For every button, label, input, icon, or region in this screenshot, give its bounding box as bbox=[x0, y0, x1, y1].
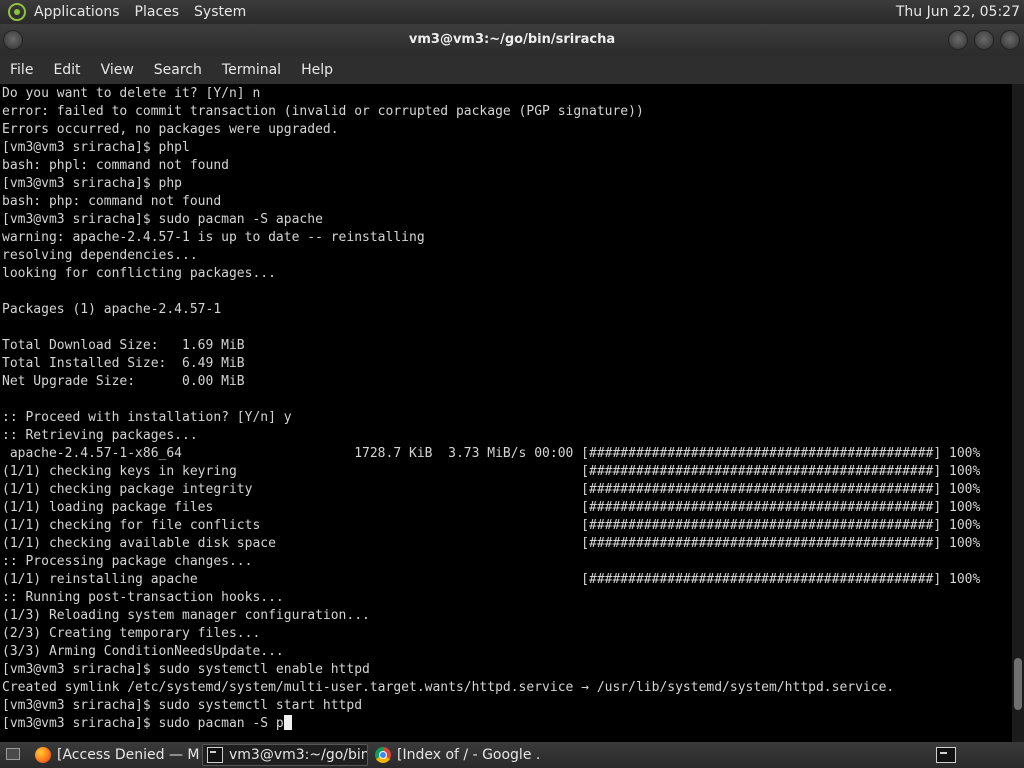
terminal-prompt-text: [vm3@vm3 sriracha]$ sudo pacman -S p bbox=[2, 716, 284, 731]
window-title: vm3@vm3:~/go/bin/sriracha bbox=[408, 32, 616, 47]
text-cursor bbox=[283, 715, 292, 730]
terminal-line: [vm3@vm3 sriracha]$ php bbox=[2, 176, 183, 191]
terminal-line: Errors occurred, no packages were upgrad… bbox=[2, 122, 339, 137]
terminal-prompt-line[interactable]: [vm3@vm3 sriracha]$ sudo pacman -S p bbox=[2, 715, 1012, 733]
taskbar-item-label: [Access Denied — M... bbox=[57, 747, 200, 763]
clock[interactable]: Thu Jun 22, 05:27 bbox=[896, 4, 1020, 20]
terminal-line: (1/3) Reloading system manager configura… bbox=[2, 608, 370, 623]
terminal-line: (2/3) Creating temporary files... bbox=[2, 626, 261, 641]
maximize-button[interactable] bbox=[974, 30, 994, 50]
terminal-line: Total Installed Size: 6.49 MiB bbox=[2, 356, 245, 371]
terminal-line: bash: php: command not found bbox=[2, 194, 222, 209]
show-desktop-icon[interactable] bbox=[6, 748, 20, 760]
chrome-icon bbox=[375, 747, 391, 763]
terminal-output[interactable]: Do you want to delete it? [Y/n] n error: … bbox=[0, 84, 1012, 742]
terminal-line: Created symlink /etc/systemd/system/mult… bbox=[2, 680, 895, 695]
terminal-line: looking for conflicting packages... bbox=[2, 266, 276, 281]
tray-terminal-icon[interactable] bbox=[936, 747, 956, 763]
minimize-button[interactable] bbox=[948, 30, 968, 50]
terminal-line: [vm3@vm3 sriracha]$ sudo pacman -S apach… bbox=[2, 212, 323, 227]
terminal-line: [vm3@vm3 sriracha]$ phpl bbox=[2, 140, 190, 155]
terminal-line: warning: apache-2.4.57-1 is up to date -… bbox=[2, 230, 425, 245]
applications-menu[interactable]: Applications bbox=[34, 4, 120, 20]
terminal-line: :: Processing package changes... bbox=[2, 554, 253, 569]
terminal-line: [vm3@vm3 sriracha]$ sudo systemctl start… bbox=[2, 698, 363, 713]
terminal-scrollbar[interactable] bbox=[1012, 84, 1024, 742]
top-panel: Applications Places System Thu Jun 22, 0… bbox=[0, 0, 1024, 24]
terminal-line: Do you want to delete it? [Y/n] n bbox=[2, 86, 261, 101]
taskbar-item-terminal[interactable]: vm3@vm3:~/go/bin... bbox=[202, 744, 368, 766]
terminal-icon bbox=[207, 747, 223, 763]
firefox-icon bbox=[35, 747, 51, 763]
taskbar-item-chrome[interactable]: [Index of / - Google ... bbox=[370, 744, 542, 766]
menu-edit[interactable]: Edit bbox=[53, 62, 80, 78]
window-titlebar[interactable]: vm3@vm3:~/go/bin/sriracha bbox=[0, 24, 1024, 56]
terminal-line: (1/1) checking available disk space [###… bbox=[2, 536, 981, 551]
close-button[interactable] bbox=[1000, 30, 1020, 50]
distro-logo-icon[interactable] bbox=[8, 3, 26, 21]
menu-view[interactable]: View bbox=[101, 62, 134, 78]
menubar: File Edit View Search Terminal Help bbox=[0, 56, 1024, 84]
terminal-line: :: Running post-transaction hooks... bbox=[2, 590, 284, 605]
terminal-line: [vm3@vm3 sriracha]$ sudo systemctl enabl… bbox=[2, 662, 370, 677]
menu-help[interactable]: Help bbox=[301, 62, 333, 78]
terminal-line: (1/1) checking for file conflicts [#####… bbox=[2, 518, 981, 533]
terminal-line: (1/1) checking package integrity [######… bbox=[2, 482, 981, 497]
terminal-line: (3/3) Arming ConditionNeedsUpdate... bbox=[2, 644, 284, 659]
places-menu[interactable]: Places bbox=[135, 4, 180, 20]
terminal-line: (1/1) checking keys in keyring [########… bbox=[2, 464, 981, 479]
menu-terminal[interactable]: Terminal bbox=[222, 62, 281, 78]
terminal-line: Packages (1) apache-2.4.57-1 bbox=[2, 302, 222, 317]
terminal-line: :: Proceed with installation? [Y/n] y bbox=[2, 410, 292, 425]
taskbar-item-label: [Index of / - Google ... bbox=[397, 747, 542, 763]
terminal-line: (1/1) reinstalling apache [#############… bbox=[2, 572, 981, 587]
system-menu[interactable]: System bbox=[194, 4, 246, 20]
terminal-lines: Do you want to delete it? [Y/n] n error: … bbox=[0, 84, 1012, 733]
terminal-line: Net Upgrade Size: 0.00 MiB bbox=[2, 374, 245, 389]
terminal-line: :: Retrieving packages... bbox=[2, 428, 198, 443]
terminal-line: error: failed to commit transaction (inv… bbox=[2, 104, 644, 119]
menu-search[interactable]: Search bbox=[154, 62, 202, 78]
desktop-screen: Applications Places System Thu Jun 22, 0… bbox=[0, 0, 1024, 768]
terminal-line: apache-2.4.57-1-x86_64 1728.7 KiB 3.73 M… bbox=[2, 446, 981, 461]
menu-file[interactable]: File bbox=[10, 62, 33, 78]
taskbar-item-firefox[interactable]: [Access Denied — M... bbox=[30, 744, 200, 766]
bottom-taskbar: [Access Denied — M... vm3@vm3:~/go/bin..… bbox=[0, 742, 1024, 768]
scrollbar-thumb[interactable] bbox=[1014, 658, 1022, 710]
terminal-line: Total Download Size: 1.69 MiB bbox=[2, 338, 245, 353]
terminal-line: bash: phpl: command not found bbox=[2, 158, 229, 173]
terminal-line: (1/1) loading package files [###########… bbox=[2, 500, 981, 515]
taskbar-item-label: vm3@vm3:~/go/bin... bbox=[229, 747, 368, 763]
terminal-line: resolving dependencies... bbox=[2, 248, 198, 263]
